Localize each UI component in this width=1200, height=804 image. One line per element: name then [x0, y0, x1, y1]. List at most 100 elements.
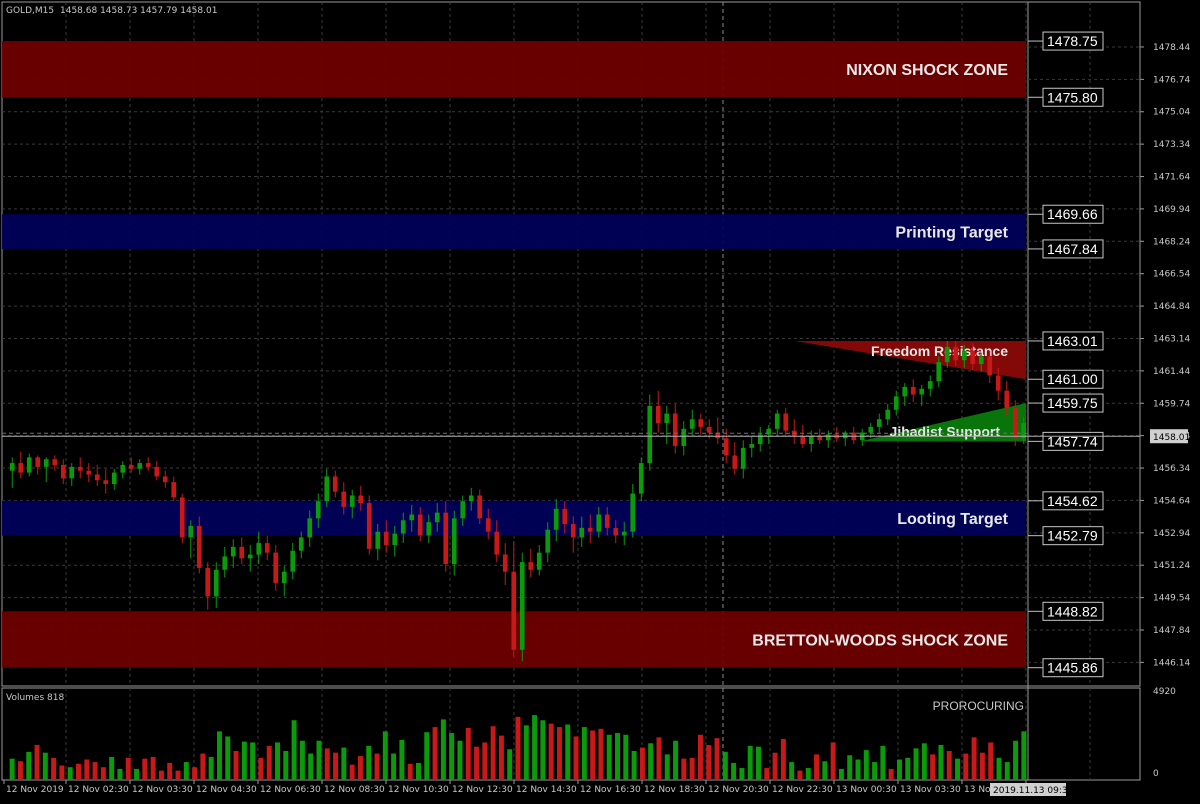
candle-body: [774, 413, 780, 429]
y-tick-label: 1469.94: [1153, 205, 1190, 215]
volume-bar: [714, 738, 720, 780]
candle-body: [171, 482, 177, 498]
volume-bar: [440, 719, 446, 780]
candle-body: [604, 514, 610, 528]
candle-body: [264, 543, 270, 553]
volume-bar: [142, 758, 148, 780]
candle-body: [638, 463, 644, 494]
candle-body: [349, 495, 355, 507]
volume-bar: [424, 732, 430, 780]
volume-series: Volumes 818 PROROCURING 4920 0: [6, 687, 1176, 780]
price-tag-value: 1463.01: [1047, 333, 1098, 349]
volume-bar: [639, 747, 645, 780]
chart-canvas[interactable]: NIXON SHOCK ZONE Printing Target Looting T…: [0, 0, 1200, 800]
candle-body: [868, 426, 874, 433]
x-tick-label: 12 Nov 08:30: [324, 785, 385, 795]
candle-body: [69, 466, 75, 479]
volume-bar: [134, 768, 140, 780]
volume-bar: [391, 753, 397, 780]
candle-body: [426, 522, 432, 536]
candle-body: [230, 546, 236, 557]
volume-bar: [780, 739, 786, 780]
volume-bar: [92, 762, 98, 780]
price-tag-value: 1445.86: [1047, 660, 1098, 676]
volume-bar: [9, 758, 15, 780]
volume-bar: [565, 724, 571, 780]
candle-body: [205, 567, 211, 597]
x-tick-label: 12 Nov 12:30: [452, 785, 513, 795]
volume-bar: [648, 743, 654, 780]
candle-body: [970, 350, 976, 365]
candle-body: [987, 356, 993, 376]
current-price-label: 1458.01: [1153, 433, 1190, 443]
candle-body: [451, 518, 457, 565]
volume-bar: [631, 750, 637, 780]
candle-body: [485, 518, 491, 532]
volume-bar: [200, 753, 206, 780]
volume-bar: [125, 757, 131, 780]
volume-bar: [399, 739, 405, 780]
candle-body: [910, 386, 916, 395]
y-tick-label: 1466.54: [1153, 270, 1190, 280]
price-tag-value: 1475.80: [1047, 89, 1098, 105]
candle-body: [460, 501, 466, 519]
candle-body: [358, 495, 364, 504]
candle-body: [587, 527, 593, 532]
volume-bar: [855, 759, 861, 780]
volume-bar: [324, 748, 330, 780]
candle-body: [307, 518, 313, 538]
y-tick-label: 1476.74: [1153, 75, 1190, 85]
volume-bar: [366, 745, 372, 780]
price-tag-value: 1461.00: [1047, 371, 1098, 387]
zone-label: Printing Target: [895, 225, 1008, 242]
y-tick-label: 1473.34: [1153, 140, 1190, 150]
y-tick-label: 1446.14: [1153, 658, 1190, 668]
volume-bar: [681, 758, 687, 780]
candle-body: [213, 569, 219, 597]
volume-bar: [42, 752, 48, 780]
y-tick-label: 1471.64: [1153, 173, 1190, 183]
volume-bar: [979, 752, 985, 780]
volume-bar: [515, 716, 521, 780]
volume-bar: [1013, 740, 1019, 780]
candle-body: [392, 533, 398, 546]
price-tag-value: 1454.62: [1047, 493, 1098, 509]
volume-bar: [183, 762, 189, 780]
volume-bar: [722, 751, 728, 780]
volume-bar: [697, 734, 703, 780]
x-tick-label: 12 Nov 10:30: [388, 785, 449, 795]
volume-bar: [175, 770, 181, 780]
volume-max-label: 4920: [1153, 687, 1176, 697]
candle-body: [944, 346, 950, 363]
candle-body: [332, 476, 338, 492]
candle-body: [443, 512, 449, 565]
candle-body: [26, 457, 32, 473]
volume-bar: [955, 758, 960, 780]
price-tag-value: 1478.75: [1047, 33, 1098, 49]
chart-svg[interactable]: NIXON SHOCK ZONE Printing Target Looting T…: [0, 0, 1200, 800]
candle-body: [613, 527, 619, 536]
volume-bar: [673, 740, 679, 780]
price-tag-value: 1469.66: [1047, 206, 1098, 222]
volume-bar: [341, 747, 347, 780]
volume-bar: [847, 755, 853, 780]
volume-bar: [167, 762, 173, 780]
candle-body: [222, 556, 228, 570]
volume-bar: [316, 740, 322, 780]
volume-bar: [706, 745, 712, 780]
x-tick-label: 12 Nov 18:30: [644, 785, 705, 795]
volume-bar: [996, 757, 1002, 780]
volume-bar: [109, 756, 115, 780]
candle-body: [655, 405, 661, 424]
candle-body: [375, 531, 381, 549]
candle-body: [298, 537, 304, 551]
volume-bar: [216, 731, 222, 780]
volume-bar: [830, 742, 836, 780]
candle-body: [749, 444, 755, 448]
volume-bar: [764, 768, 770, 780]
candle-body: [876, 419, 882, 427]
volume-bar: [896, 759, 902, 780]
volume-bar: [731, 762, 737, 780]
y-tick-label: 1452.94: [1153, 529, 1190, 539]
price-tag-value: 1448.82: [1047, 603, 1098, 619]
